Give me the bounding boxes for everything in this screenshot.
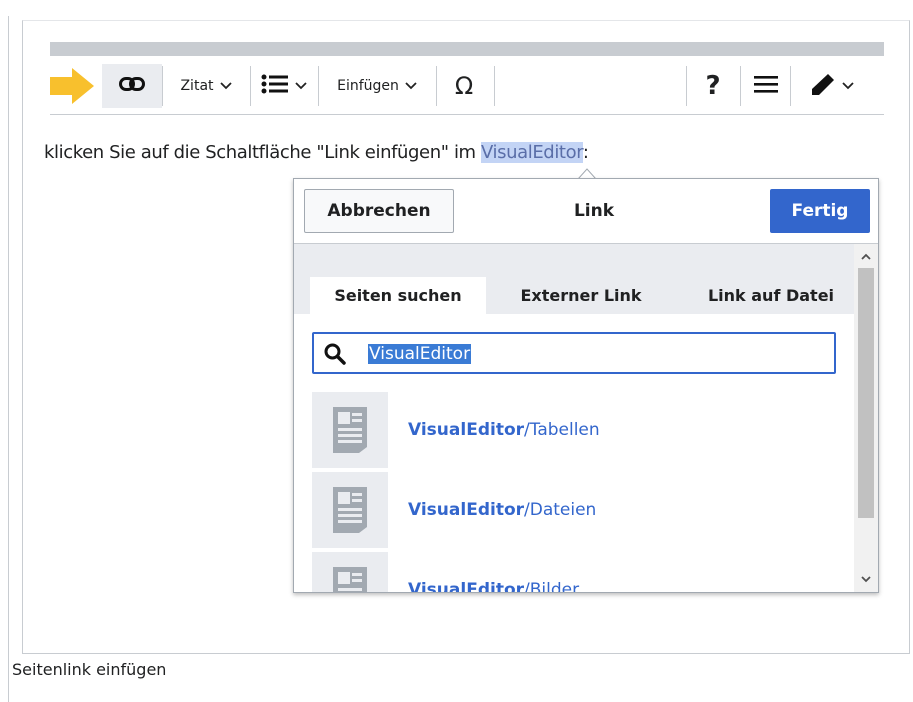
editor-toolbar: Zitat Einfügen Ω ? xyxy=(50,56,884,115)
dialog-scrollbar[interactable] xyxy=(854,244,878,592)
dialog-body: Seiten suchen Externer Link Link auf Dat… xyxy=(294,244,878,592)
chevron-down-icon xyxy=(842,77,854,95)
result-title-match: VisualEditor xyxy=(408,500,525,520)
figure-caption: Seitenlink einfügen xyxy=(12,660,167,679)
page-icon xyxy=(312,552,388,592)
omega-icon: Ω xyxy=(454,72,474,100)
cancel-button[interactable]: Abbrechen xyxy=(304,189,454,233)
toolbar-separator xyxy=(250,66,251,106)
tab-bar: Seiten suchen Externer Link Link auf Dat… xyxy=(294,244,854,314)
list-dropdown[interactable] xyxy=(254,64,314,108)
dialog-title: Link xyxy=(573,201,615,221)
search-result-item[interactable]: VisualEditor/Tabellen xyxy=(312,392,852,470)
page-options-button[interactable] xyxy=(744,64,788,108)
done-button[interactable]: Fertig xyxy=(770,189,870,233)
toolbar-separator xyxy=(686,66,687,106)
toolbar-separator xyxy=(790,66,791,106)
menu-icon xyxy=(754,74,778,99)
page-left-border xyxy=(8,16,9,702)
edit-mode-dropdown[interactable] xyxy=(794,64,870,108)
link-button[interactable] xyxy=(102,64,162,108)
chevron-down-icon xyxy=(295,77,307,95)
search-input[interactable]: VisualEditor xyxy=(312,332,836,374)
scroll-down-icon[interactable] xyxy=(854,570,878,588)
arrow-right-icon xyxy=(50,64,100,108)
einfuegen-dropdown[interactable]: Einfügen xyxy=(322,64,432,108)
result-link[interactable]: VisualEditor/Dateien xyxy=(408,500,596,520)
selected-text[interactable]: VisualEditor xyxy=(481,142,583,163)
pencil-icon xyxy=(810,72,836,101)
search-value: VisualEditor xyxy=(368,344,472,364)
result-title-rest: /Tabellen xyxy=(524,420,600,440)
help-button[interactable]: ? xyxy=(688,64,738,108)
scroll-up-icon[interactable] xyxy=(854,248,878,266)
help-icon: ? xyxy=(705,71,721,101)
page-icon xyxy=(312,392,388,468)
einfuegen-label: Einfügen xyxy=(337,78,399,94)
chevron-down-icon xyxy=(219,78,232,94)
search-result-item[interactable]: VisualEditor/Dateien xyxy=(312,472,852,550)
link-dialog: Abbrechen Link Fertig Seiten suchen Exte… xyxy=(293,178,879,593)
result-title-rest: /Dateien xyxy=(524,500,597,520)
bullet-list-icon xyxy=(261,73,289,100)
instruction-text: klicken Sie auf die Schaltfläche "Link e… xyxy=(44,142,589,163)
toolbar-separator xyxy=(740,66,741,106)
result-link[interactable]: VisualEditor/Tabellen xyxy=(408,420,600,440)
search-result-item[interactable]: VisualEditor/Bilder xyxy=(312,552,852,592)
toolbar-separator xyxy=(436,66,437,106)
chevron-down-icon xyxy=(405,78,417,94)
tab-externer-link[interactable]: Externer Link xyxy=(500,277,662,314)
zitat-label: Zitat xyxy=(180,78,214,94)
page-icon xyxy=(312,472,388,548)
dialog-header: Abbrechen Link Fertig xyxy=(294,179,878,244)
toolbar-separator xyxy=(162,66,163,106)
result-link[interactable]: VisualEditor/Bilder xyxy=(408,580,579,592)
instruction-text-after: : xyxy=(582,142,589,163)
tab-link-auf-datei[interactable]: Link auf Datei xyxy=(686,277,856,314)
page-top xyxy=(0,0,913,18)
link-icon xyxy=(119,76,145,97)
toolbar-separator xyxy=(494,66,495,106)
toolbar-top-strip xyxy=(50,42,884,56)
result-title-match: VisualEditor xyxy=(408,420,525,440)
result-title-rest: /Bilder xyxy=(524,580,580,592)
search-icon xyxy=(324,343,346,370)
tab-seiten-suchen[interactable]: Seiten suchen xyxy=(310,277,486,314)
zitat-dropdown[interactable]: Zitat xyxy=(166,64,246,108)
scrollbar-thumb[interactable] xyxy=(858,268,874,518)
result-title-match: VisualEditor xyxy=(408,580,525,592)
instruction-text-before: klicken Sie auf die Schaltfläche "Link e… xyxy=(44,142,481,163)
toolbar-separator xyxy=(318,66,319,106)
special-character-button[interactable]: Ω xyxy=(438,64,490,108)
